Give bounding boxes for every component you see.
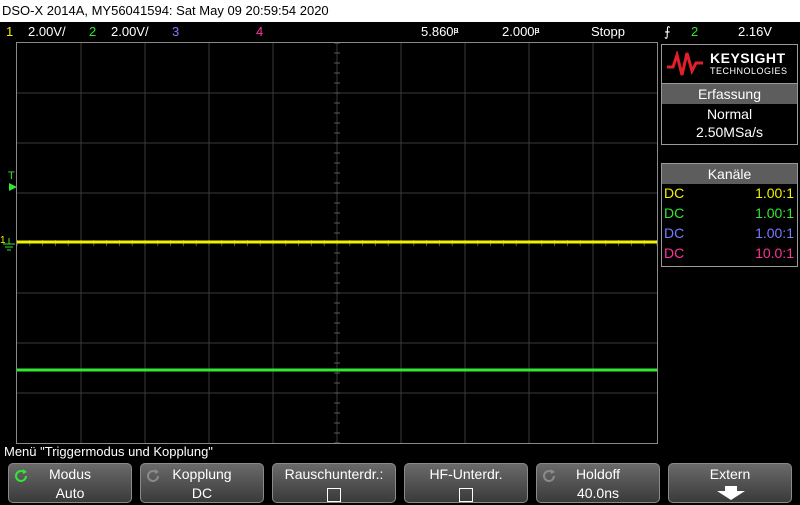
softkey-bar: Modus Auto Kopplung DC Rauschunterdr.: H…: [0, 461, 800, 503]
mode-softkey[interactable]: Modus Auto: [8, 463, 132, 503]
holdoff-softkey[interactable]: Holdoff 40.0ns: [536, 463, 660, 503]
channel-row[interactable]: DC 10.0:1: [662, 244, 797, 264]
sample-rate: 2.50MSa/s: [696, 124, 763, 140]
holdoff-label: Holdoff: [575, 466, 621, 482]
channels-header: Kanäle: [662, 164, 797, 184]
trigger-source[interactable]: 2: [691, 24, 698, 39]
channel-probe-ratio: 10.0:1: [755, 245, 794, 261]
trigger-edge-icon: ⨍: [664, 24, 671, 39]
coupling-value: DC: [191, 485, 213, 501]
ch4-number[interactable]: 4: [256, 24, 263, 39]
trigger-level[interactable]: 2.16V: [738, 24, 772, 39]
ch2-scale[interactable]: 2.00V/: [111, 24, 149, 39]
window-title: DSO-X 2014A, MY56041594: Sat May 09 20:5…: [0, 0, 800, 22]
ch2-number[interactable]: 2: [89, 24, 96, 39]
acquisition-mode: Normal: [706, 106, 753, 122]
mode-value: Auto: [55, 485, 85, 501]
coupling-label: Kopplung: [172, 466, 232, 482]
brand-panel: KEYSIGHT TECHNOLOGIES: [661, 44, 798, 84]
keysight-logo-icon: [667, 51, 703, 76]
channel-probe-ratio: 1.00:1: [755, 185, 794, 201]
hf-reject-checkbox[interactable]: [459, 488, 473, 502]
acquisition-panel[interactable]: Erfassung Normal 2.50MSa/s: [661, 83, 798, 145]
holdoff-value: 40.0ns: [576, 485, 620, 501]
channel-probe-ratio: 1.00:1: [755, 225, 794, 241]
hf-reject-label: HF-Unterdr.: [429, 466, 503, 482]
ch1-scale[interactable]: 2.00V/: [28, 24, 66, 39]
channel-probe-ratio: 1.00:1: [755, 205, 794, 221]
run-state[interactable]: Stopp: [591, 24, 625, 39]
channel-row[interactable]: DC 1.00:1: [662, 204, 797, 224]
ch1-number[interactable]: 1: [6, 24, 13, 39]
coupling-softkey[interactable]: Kopplung DC: [140, 463, 264, 503]
channel-coupling: DC: [664, 185, 685, 201]
trigger-level-marker: T: [8, 170, 15, 182]
submenu-arrow-icon: [717, 486, 745, 500]
noise-reject-softkey[interactable]: Rauschunterdr.:: [272, 463, 396, 503]
channel-coupling: DC: [664, 245, 685, 261]
brand-sub: TECHNOLOGIES: [710, 66, 788, 76]
menu-title: Menü "Triggermodus und Kopplung": [4, 444, 213, 459]
noise-reject-checkbox[interactable]: [327, 488, 341, 502]
external-label: Extern: [709, 466, 751, 482]
channel-coupling: DC: [664, 205, 685, 221]
external-softkey[interactable]: Extern: [668, 463, 792, 503]
mode-label: Modus: [48, 466, 92, 482]
channel-row[interactable]: DC 1.00:1: [662, 224, 797, 244]
brand-name: KEYSIGHT: [710, 50, 786, 66]
channel-row[interactable]: DC 1.00:1: [662, 184, 797, 204]
ch3-number[interactable]: 3: [172, 24, 179, 39]
channels-panel[interactable]: Kanäle DC 1.00:1 DC 1.00:1 DC 1.00:1 DC 10.0:1: [661, 163, 798, 267]
timebase-value[interactable]: 2.000 µ s: [502, 24, 540, 39]
delay-value[interactable]: 5.860 µ s: [421, 24, 459, 39]
noise-reject-label: Rauschunterdr.:: [284, 466, 384, 482]
channel-status-bar: 1 2.00V/ 2 2.00V/ 3 4 5.860 µ s 2.000 µ s St…: [0, 22, 800, 42]
waveform-display[interactable]: [16, 42, 658, 444]
acquisition-header: Erfassung: [662, 84, 797, 104]
ground-icon: [3, 238, 15, 251]
hf-reject-softkey[interactable]: HF-Unterdr.: [404, 463, 528, 503]
channel-coupling: DC: [664, 225, 685, 241]
